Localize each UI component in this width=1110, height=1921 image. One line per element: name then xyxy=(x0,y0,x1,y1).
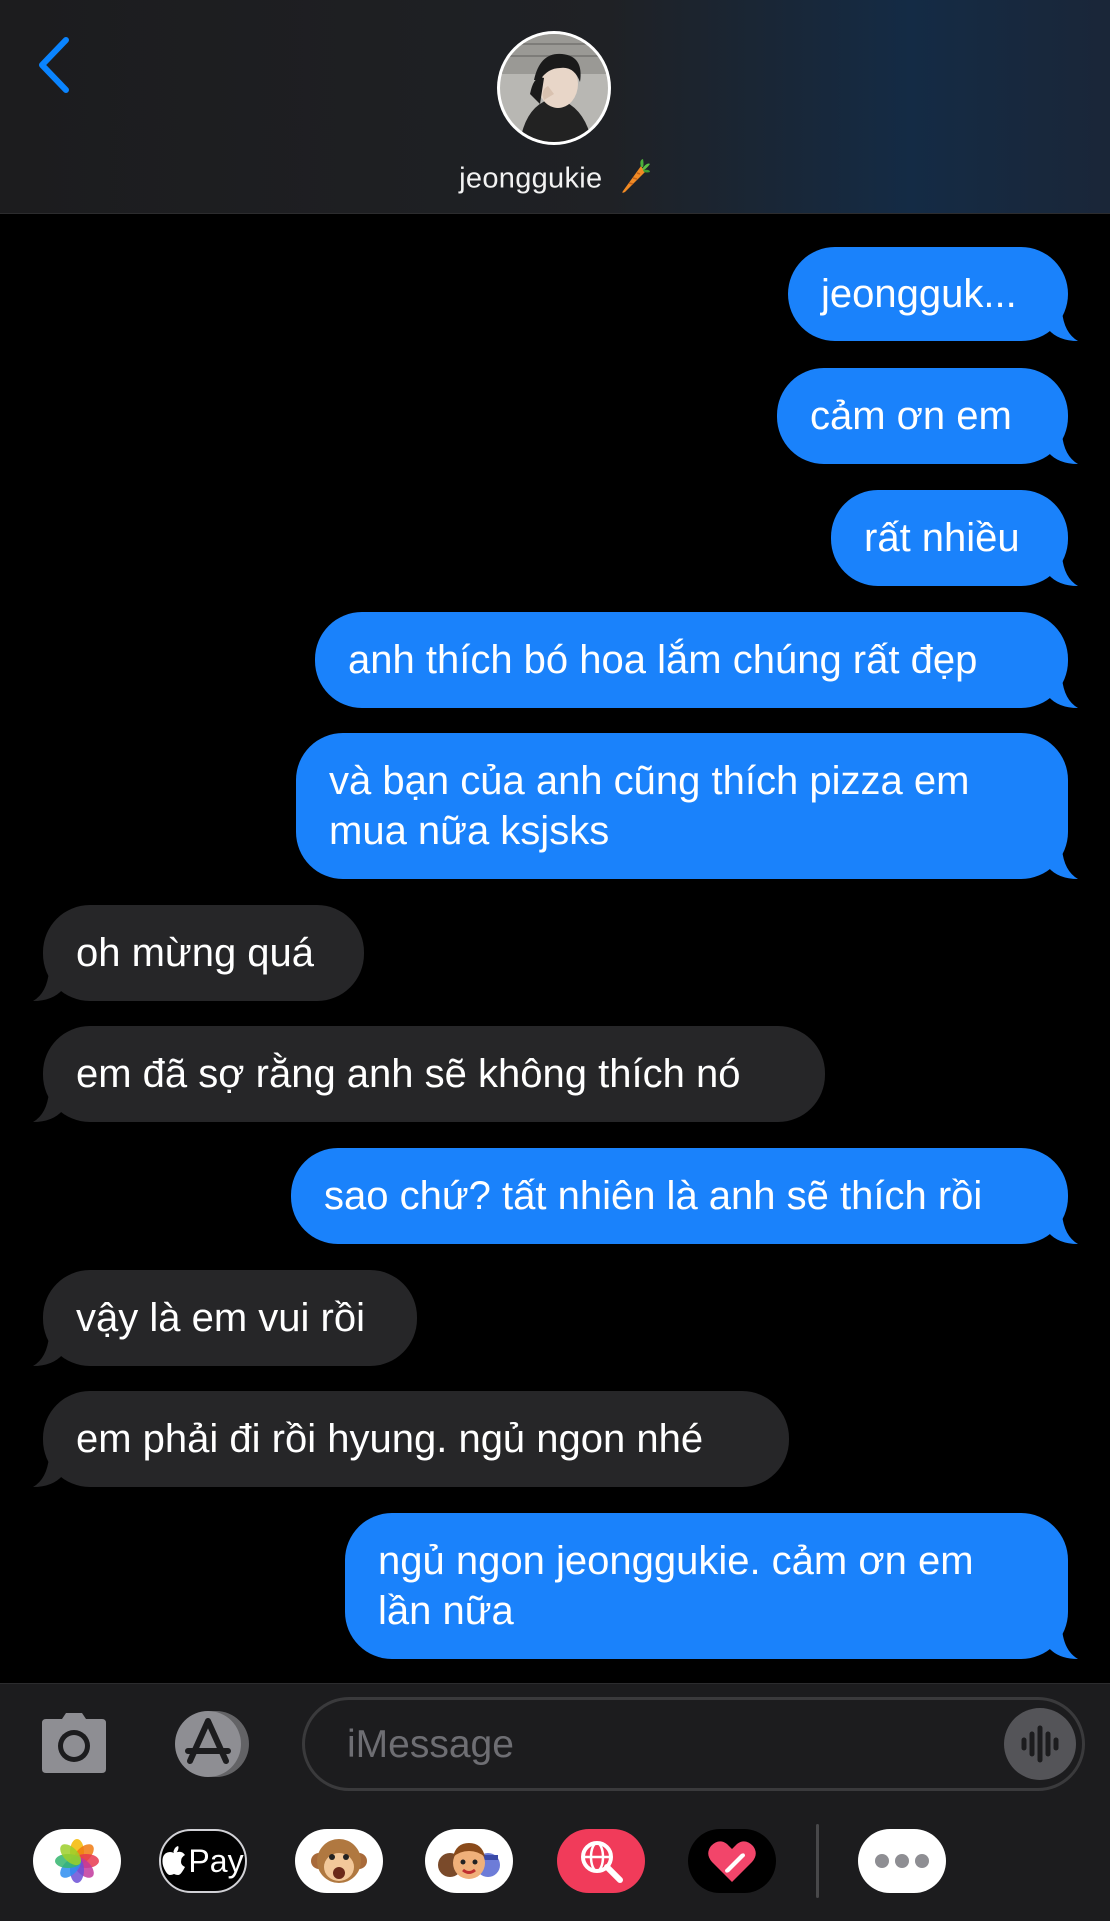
audio-waveform-icon xyxy=(1021,1725,1059,1763)
message-text: em đã sợ rằng anh sẽ không thích nó xyxy=(76,1052,741,1096)
message-bubble-sent[interactable]: sao chứ? tất nhiên là anh sẽ thích rồi xyxy=(291,1148,1078,1244)
digital-touch-icon xyxy=(708,1841,756,1882)
app-store-icon xyxy=(175,1711,249,1777)
carrot-icon xyxy=(619,158,651,202)
apple-pay-icon xyxy=(162,1846,186,1875)
more-icon xyxy=(875,1854,929,1868)
more-apps-button[interactable] xyxy=(858,1829,946,1893)
animoji-app-button[interactable] xyxy=(295,1829,383,1893)
bubble-tail xyxy=(1048,678,1078,708)
message-bubble-sent[interactable]: anh thích bó hoa lắm chúng rất đẹp xyxy=(315,612,1078,708)
message-input[interactable] xyxy=(345,1700,989,1790)
bubble-tail xyxy=(1048,1629,1078,1659)
memoji-app-button[interactable] xyxy=(425,1829,513,1893)
audio-message-button[interactable] xyxy=(1004,1708,1076,1780)
back-button[interactable] xyxy=(30,30,80,100)
message-text: oh mừng quá xyxy=(76,931,315,975)
message-text: rất nhiều xyxy=(864,516,1020,560)
message-bubble-sent[interactable]: cảm ơn em xyxy=(777,368,1078,464)
contact-name: jeonggukie xyxy=(459,162,603,195)
message-bubble-sent[interactable]: và bạn của anh cũng thích pizza em mua n… xyxy=(296,733,1078,879)
conversation-header: jeonggukie xyxy=(0,0,1110,214)
bubble-tail xyxy=(1048,849,1078,879)
drawer-divider xyxy=(816,1824,819,1898)
camera-button[interactable] xyxy=(40,1711,108,1775)
animoji-icon xyxy=(311,1839,367,1883)
digital-touch-app-button[interactable] xyxy=(688,1829,776,1893)
bubble-tail xyxy=(1048,434,1078,464)
message-bubble-received[interactable]: vậy là em vui rồi xyxy=(33,1270,417,1366)
bubble-tail xyxy=(33,1092,63,1122)
bubble-tail xyxy=(1048,1214,1078,1244)
app-store-button[interactable] xyxy=(168,1709,258,1779)
message-bubble-sent[interactable]: rất nhiều xyxy=(831,490,1078,586)
message-text: em phải đi rồi hyung. ngủ ngon nhé xyxy=(76,1417,704,1461)
message-bubble-sent[interactable]: ngủ ngon jeonggukie. cảm ơn em lần nữa xyxy=(345,1513,1078,1659)
message-bubble-received[interactable]: oh mừng quá xyxy=(33,905,364,1001)
message-bubble-sent[interactable]: jeongguk... xyxy=(788,247,1078,341)
bubble-tail xyxy=(33,1336,63,1366)
photos-icon xyxy=(55,1839,99,1883)
message-text: sao chứ? tất nhiên là anh sẽ thích rồi xyxy=(324,1174,983,1218)
contact-avatar[interactable] xyxy=(497,31,611,145)
apple-pay-button[interactable]: Pay xyxy=(159,1829,247,1893)
bubble-tail xyxy=(1048,556,1078,586)
message-bubble-received[interactable]: em đã sợ rằng anh sẽ không thích nó xyxy=(33,1026,825,1122)
photos-app-button[interactable] xyxy=(33,1829,121,1893)
web-search-icon xyxy=(581,1841,623,1883)
bubble-tail xyxy=(33,1457,63,1487)
bubble-tail xyxy=(1048,311,1078,341)
web-search-app-button[interactable] xyxy=(557,1829,645,1893)
message-text: và bạn của anh cũng thích pizza em mua n… xyxy=(329,759,970,853)
memoji-icon xyxy=(438,1843,500,1879)
message-text: ngủ ngon jeonggukie. cảm ơn em lần nữa xyxy=(378,1539,974,1633)
contact-name-row[interactable]: jeonggukie xyxy=(0,158,1110,202)
message-text: cảm ơn em xyxy=(810,394,1012,438)
message-text: vậy là em vui rồi xyxy=(76,1296,365,1340)
camera-icon xyxy=(42,1713,106,1773)
message-text: anh thích bó hoa lắm chúng rất đẹp xyxy=(348,638,978,682)
imessage-input-field[interactable] xyxy=(302,1697,1085,1791)
chevron-left-icon xyxy=(39,37,69,93)
message-text: jeongguk... xyxy=(821,272,1017,316)
message-bubble-received[interactable]: em phải đi rồi hyung. ngủ ngon nhé xyxy=(33,1391,789,1487)
apple-pay-label: Pay xyxy=(188,1842,244,1879)
avatar-photo xyxy=(500,34,608,142)
bubble-tail xyxy=(33,971,63,1001)
